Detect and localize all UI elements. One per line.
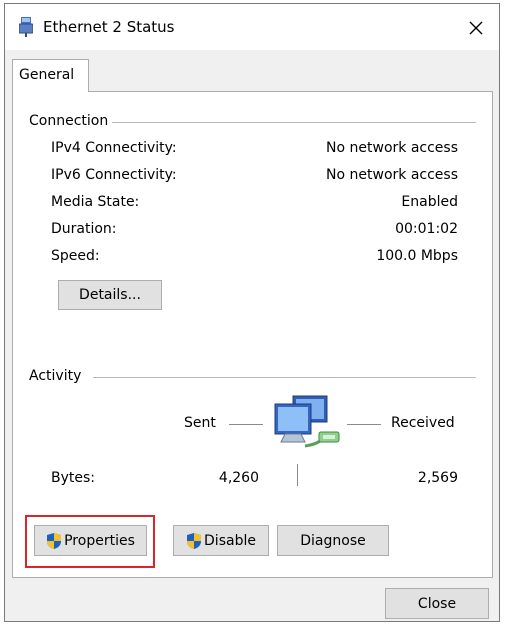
shield-icon xyxy=(187,532,202,549)
speed-label: Speed: xyxy=(51,248,100,264)
media-state-value: Enabled xyxy=(401,194,458,210)
status-dialog: Ethernet 2 Status General Connection IPv… xyxy=(4,3,500,622)
received-line xyxy=(347,424,381,425)
duration-label: Duration: xyxy=(51,221,117,237)
shield-icon xyxy=(47,532,62,549)
details-button[interactable]: Details... xyxy=(58,280,162,310)
disable-button[interactable]: Disable xyxy=(173,525,269,556)
received-label: Received xyxy=(391,415,455,431)
activity-divider xyxy=(93,377,476,378)
sent-label: Sent xyxy=(184,415,216,431)
media-state-label: Media State: xyxy=(51,194,140,210)
diagnose-button[interactable]: Diagnose xyxy=(277,525,389,556)
activity-section-label: Activity xyxy=(29,368,86,384)
bytes-label: Bytes: xyxy=(51,470,96,486)
bytes-received-value: 2,569 xyxy=(417,470,458,486)
close-icon[interactable] xyxy=(465,17,487,39)
speed-value: 100.0 Mbps xyxy=(376,248,458,264)
bytes-divider xyxy=(297,464,298,486)
title-bar: Ethernet 2 Status xyxy=(5,4,499,50)
close-button[interactable]: Close xyxy=(385,588,489,619)
ethernet-icon xyxy=(19,17,33,37)
general-panel: Connection IPv4 Connectivity: No network… xyxy=(12,91,493,578)
duration-value: 00:01:02 xyxy=(395,221,458,237)
properties-button[interactable]: Properties xyxy=(34,525,147,556)
ipv4-label: IPv4 Connectivity: xyxy=(51,140,177,156)
properties-label: Properties xyxy=(64,532,135,549)
disable-label: Disable xyxy=(204,532,256,549)
window-title: Ethernet 2 Status xyxy=(43,18,175,36)
ipv4-value: No network access xyxy=(326,140,458,156)
tab-general[interactable]: General xyxy=(12,59,89,92)
tab-general-label: General xyxy=(19,67,75,83)
connection-section-label: Connection xyxy=(29,113,113,129)
network-computers-icon xyxy=(274,395,340,448)
ipv6-value: No network access xyxy=(326,167,458,183)
bytes-sent-value: 4,260 xyxy=(218,470,259,486)
sent-line xyxy=(229,424,263,425)
ipv6-label: IPv6 Connectivity: xyxy=(51,167,177,183)
connection-divider xyxy=(106,122,476,123)
